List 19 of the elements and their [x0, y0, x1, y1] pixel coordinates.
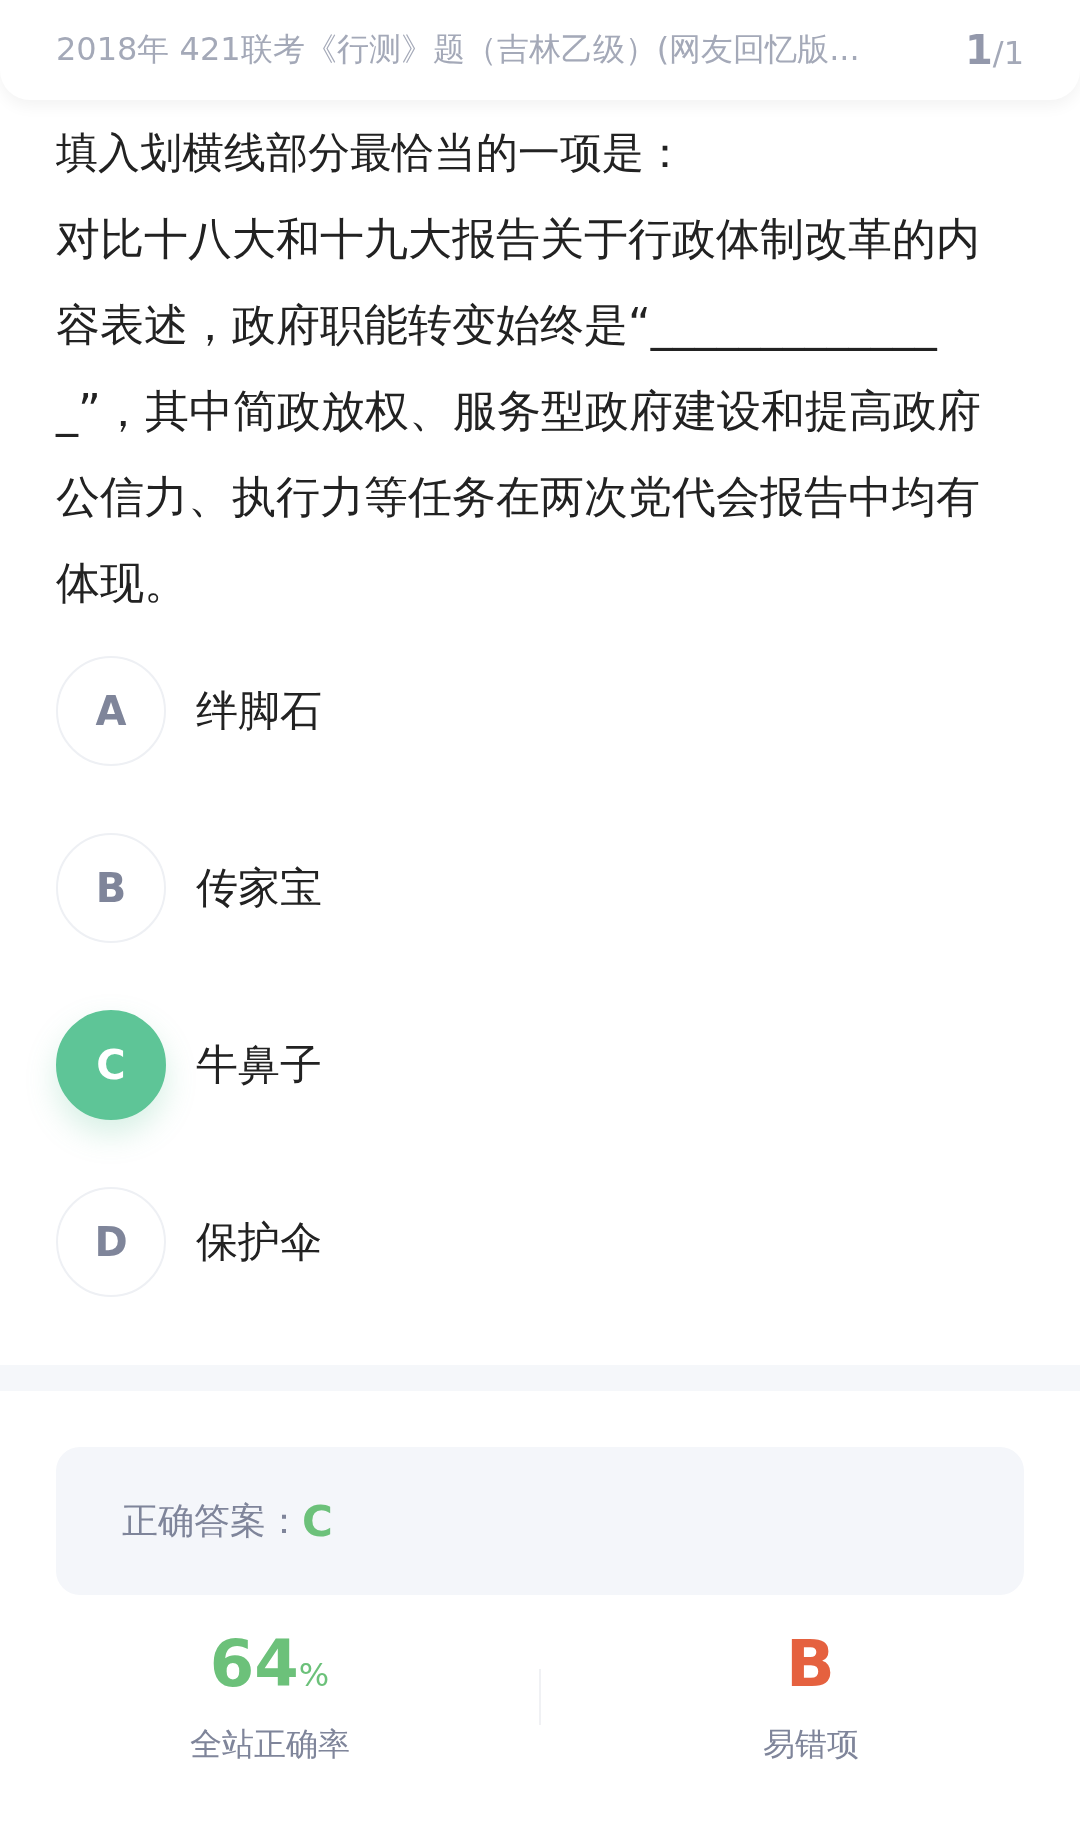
option-text[interactable]: 保护伞 [196, 1214, 322, 1270]
option-text[interactable]: 牛鼻子 [196, 1037, 322, 1093]
exam-title: 2018年 421联考《行测》题（吉林乙级）(网友回忆版... [56, 29, 860, 70]
question-prompt: 填入划横线部分最恰当的一项是： [56, 127, 687, 179]
option-letter-button[interactable]: A [56, 656, 166, 766]
question-passage: 对比十八大和十九大报告关于行政体制改革的内容表述，政府职能转变始终是“______________”，其中简政放权、服务型政府建设和提高政府公信力、执行力等任务在两次党代会报告中均有体现。 [56, 212, 982, 610]
rate-label: 全站正确率 [189, 1724, 350, 1765]
option-letter-button[interactable]: D [56, 1187, 166, 1297]
answer-label: 正确答案： [122, 1498, 302, 1543]
wrong-option-label: 易错项 [762, 1724, 859, 1765]
rate-unit: % [298, 1656, 330, 1694]
rate-value: 64 [209, 1627, 299, 1701]
page-total: /1 [992, 34, 1024, 72]
wrong-option-value: B [786, 1627, 835, 1701]
option-letter-button[interactable]: B [56, 833, 166, 943]
answer-value: C [302, 1496, 333, 1546]
page-current: 1 [965, 27, 993, 73]
option-text[interactable]: 绊脚石 [196, 683, 322, 739]
option-text[interactable]: 传家宝 [196, 860, 322, 916]
